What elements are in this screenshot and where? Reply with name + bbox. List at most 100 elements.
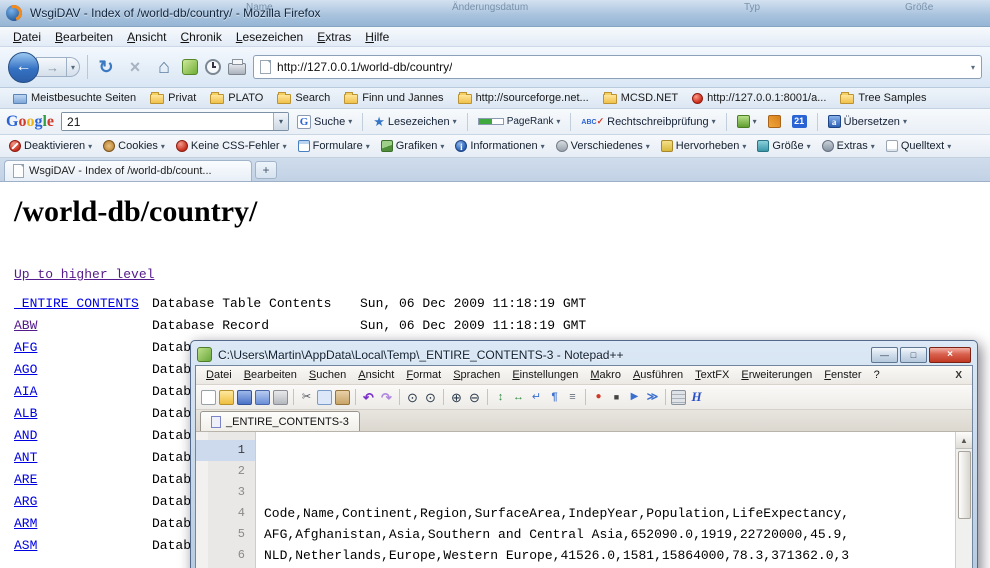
bookmark-item[interactable]: PLATO <box>205 91 268 105</box>
reload-button[interactable]: ↻ <box>95 58 117 76</box>
bookmark-item[interactable]: Privat <box>145 91 201 105</box>
entry-link[interactable]: AIA <box>14 384 37 399</box>
close-button[interactable]: × <box>929 347 971 363</box>
tab-entire-contents[interactable]: _ENTIRE_CONTENTS-3 <box>200 411 360 431</box>
code-area[interactable]: Code,Name,Continent,Region,SurfaceArea,I… <box>256 432 955 568</box>
new-tab-button[interactable]: + <box>255 161 277 179</box>
print-icon[interactable] <box>273 390 288 405</box>
google-search-input[interactable] <box>62 113 273 130</box>
webdev-menu-button[interactable]: Extras ▾ <box>817 138 880 154</box>
menu-item[interactable]: Chronik <box>173 29 228 45</box>
clock-icon[interactable] <box>205 59 221 75</box>
translate-button[interactable]: aÜbersetzen▾ <box>825 113 910 130</box>
up-link[interactable]: Up to higher level <box>14 267 154 282</box>
bookmark-item[interactable]: http://127.0.0.1:8001/a... <box>687 91 831 105</box>
webdev-menu-button[interactable]: Cookies ▾ <box>98 138 170 154</box>
notepad-menu-item[interactable]: Einstellungen <box>506 368 584 382</box>
play-macro-icon[interactable]: ▶ <box>627 390 642 405</box>
record-macro-icon[interactable]: ● <box>591 390 606 405</box>
webdev-menu-button[interactable]: Keine CSS-Fehler ▾ <box>171 138 292 154</box>
notepad-menu-item[interactable]: Datei <box>200 368 238 382</box>
notepad-menu-item[interactable]: Makro <box>584 368 627 382</box>
document-close-x[interactable]: X <box>949 370 968 381</box>
url-dropdown[interactable]: ▾ <box>971 63 975 72</box>
vertical-scrollbar[interactable]: ▲ <box>955 432 972 568</box>
maximize-button[interactable]: □ <box>900 347 927 363</box>
copy-icon[interactable] <box>317 390 332 405</box>
notepad-menu-item[interactable]: Bearbeiten <box>238 368 303 382</box>
firefox-titlebar[interactable]: Name Änderungsdatum Typ Größe WsgiDAV - … <box>0 0 990 27</box>
open-folder-icon[interactable] <box>219 390 234 405</box>
highlighter-button[interactable] <box>765 113 784 130</box>
autofill-button[interactable]: ▾ <box>734 113 760 130</box>
bookmark-item[interactable]: Search <box>272 91 335 105</box>
google-search-button[interactable]: GSuche▾ <box>294 113 355 131</box>
stop-macro-icon[interactable]: ■ <box>609 390 624 405</box>
bookmark-item[interactable]: Finn und Jannes <box>339 91 448 105</box>
history-dropdown[interactable]: ▾ <box>67 57 80 77</box>
html-preview-icon[interactable]: H <box>689 390 704 405</box>
google-bookmarks-button[interactable]: ★Lesezeichen▾ <box>370 112 459 132</box>
notepad-menu-item[interactable]: Ansicht <box>352 368 400 382</box>
home-button[interactable]: ⌂ <box>153 57 175 77</box>
save-icon[interactable] <box>237 390 252 405</box>
sync-vertical-icon[interactable]: ↕ <box>493 390 508 405</box>
menu-item[interactable]: Bearbeiten <box>48 29 120 45</box>
bookmark-item[interactable]: Tree Samples <box>835 91 931 105</box>
entry-link[interactable]: ARE <box>14 472 37 487</box>
replace-icon[interactable]: ⊙ <box>423 390 438 405</box>
paste-icon[interactable] <box>335 390 350 405</box>
entry-link[interactable]: AND <box>14 428 37 443</box>
entry-link[interactable]: ASM <box>14 538 37 553</box>
bookmark-item[interactable]: http://sourceforge.net... <box>453 91 594 105</box>
menu-item[interactable]: Datei <box>6 29 48 45</box>
entry-link[interactable]: ANT <box>14 450 37 465</box>
show-symbols-icon[interactable]: ¶ <box>547 390 562 405</box>
notepadpp-titlebar[interactable]: C:\Users\Martin\AppData\Local\Temp\_ENTI… <box>195 344 973 365</box>
cut-icon[interactable]: ✂ <box>299 390 314 405</box>
sync-horizontal-icon[interactable]: ↔ <box>511 390 526 405</box>
forward-button[interactable]: → <box>36 57 67 77</box>
menu-item[interactable]: Hilfe <box>358 29 396 45</box>
entry-link[interactable]: ARM <box>14 516 37 531</box>
notepad-menu-item[interactable]: Suchen <box>303 368 352 382</box>
entry-link[interactable]: ABW <box>14 318 37 333</box>
entry-link[interactable]: ALB <box>14 406 37 421</box>
bookmark-item[interactable]: Meistbesuchte Seiten <box>8 91 141 105</box>
menu-item[interactable]: Lesezeichen <box>229 29 310 45</box>
webdev-menu-button[interactable]: Quelltext ▾ <box>881 138 956 154</box>
doc-map-icon[interactable] <box>671 390 686 405</box>
scrollbar-thumb[interactable] <box>958 451 971 519</box>
back-button[interactable]: ← <box>8 52 39 83</box>
notepad-menu-item[interactable]: Erweiterungen <box>735 368 818 382</box>
bookmark-item[interactable]: MCSD.NET <box>598 91 683 105</box>
redo-icon[interactable]: ↷ <box>379 390 394 405</box>
webdev-menu-button[interactable]: Deaktivieren ▾ <box>4 138 97 154</box>
save-all-icon[interactable] <box>255 390 270 405</box>
entry-link[interactable]: _ENTIRE_CONTENTS <box>14 296 139 311</box>
notepad-menu-item[interactable]: ? <box>868 368 886 382</box>
indent-guide-icon[interactable]: ≡ <box>565 390 580 405</box>
webdev-menu-button[interactable]: Grafiken ▾ <box>376 138 450 154</box>
entry-link[interactable]: AFG <box>14 340 37 355</box>
word-wrap-icon[interactable]: ↵ <box>529 390 544 405</box>
url-bar[interactable]: http://127.0.0.1/world-db/country/ ▾ <box>253 55 982 79</box>
tab-wsgidav[interactable]: WsgiDAV - Index of /world-db/count... <box>4 160 252 181</box>
run-multiple-icon[interactable]: ≫ <box>645 390 660 405</box>
pagerank-widget[interactable]: PageRank▾ <box>475 114 564 129</box>
menu-item[interactable]: Ansicht <box>120 29 173 45</box>
find-icon[interactable]: ⊙ <box>405 390 420 405</box>
notepad-menu-item[interactable]: TextFX <box>689 368 735 382</box>
entry-link[interactable]: ARG <box>14 494 37 509</box>
stop-button[interactable]: × <box>124 58 146 76</box>
notepad-menu-item[interactable]: Ausführen <box>627 368 689 382</box>
google-search-dropdown[interactable]: ▾ <box>273 113 288 130</box>
scroll-up-arrow[interactable]: ▲ <box>956 432 973 449</box>
spellcheck-button[interactable]: ABCRechtschreibprüfung▾ <box>578 114 718 130</box>
notepad-menu-item[interactable]: Fenster <box>818 368 867 382</box>
notepad-menu-item[interactable]: Format <box>400 368 447 382</box>
counter-badge[interactable]: 21 <box>789 113 810 130</box>
new-file-icon[interactable] <box>201 390 216 405</box>
zoom-in-icon[interactable]: ⊕ <box>449 390 464 405</box>
zoom-out-icon[interactable]: ⊖ <box>467 390 482 405</box>
